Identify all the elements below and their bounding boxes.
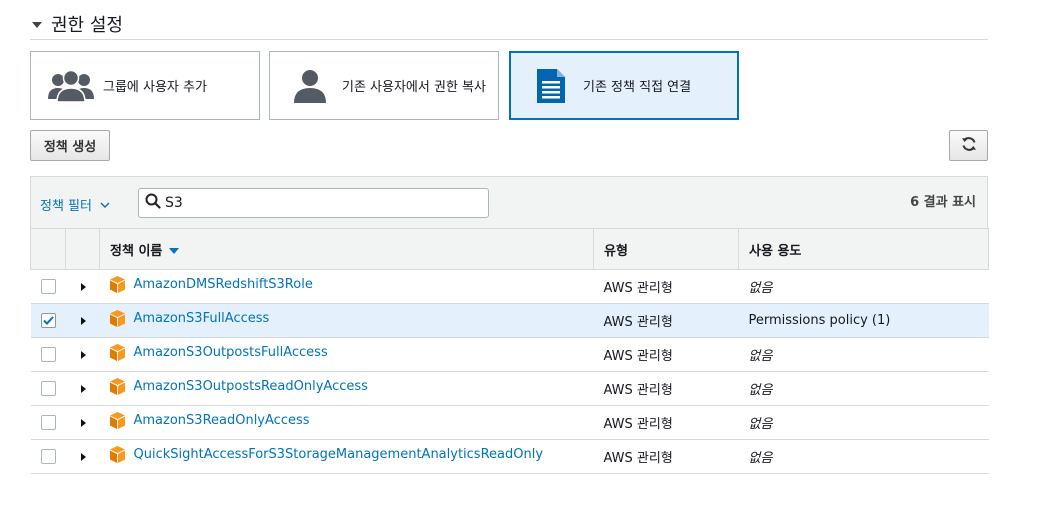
header-select bbox=[30, 228, 66, 270]
row-policy-name-cell: AmazonS3FullAccess bbox=[99, 303, 594, 338]
users-group-icon bbox=[41, 69, 101, 103]
header-policy-name[interactable]: 정책 이름 bbox=[99, 228, 594, 270]
row-usage-cell: 없음 bbox=[738, 439, 989, 474]
user-icon bbox=[280, 69, 340, 103]
row-usage-cell: 없음 bbox=[738, 337, 989, 372]
refresh-button[interactable] bbox=[949, 130, 988, 161]
filter-bar: 정책 필터 6 결과 표시 bbox=[30, 176, 988, 228]
option-attach-policies[interactable]: 기존 정책 직접 연결 bbox=[509, 51, 739, 120]
table-header-row: 정책 이름 유형 사용 용도 bbox=[30, 228, 989, 270]
header-type[interactable]: 유형 bbox=[593, 228, 739, 270]
policy-cube-icon bbox=[109, 378, 125, 395]
row-usage-cell: 없음 bbox=[738, 269, 989, 304]
section-header[interactable]: 권한 설정 bbox=[30, 8, 988, 40]
caret-down-icon[interactable] bbox=[32, 21, 42, 28]
policy-name-link[interactable]: QuickSightAccessForS3StorageManagementAn… bbox=[134, 447, 544, 462]
row-type-cell: AWS 관리형 bbox=[593, 371, 739, 406]
row-policy-name-cell: AmazonS3OutpostsFullAccess bbox=[99, 337, 594, 372]
policy-name-link[interactable]: AmazonS3OutpostsReadOnlyAccess bbox=[134, 379, 368, 394]
row-policy-name-cell: AmazonS3ReadOnlyAccess bbox=[99, 405, 594, 440]
row-type-cell: AWS 관리형 bbox=[593, 269, 739, 304]
row-select-cell bbox=[30, 405, 66, 440]
row-type-cell: AWS 관리형 bbox=[593, 303, 739, 338]
row-expand-cell bbox=[65, 439, 100, 474]
row-expand-cell bbox=[65, 303, 100, 338]
table-row[interactable]: AmazonDMSRedshiftS3Role AWS 관리형 없음 bbox=[30, 269, 989, 304]
row-policy-name-cell: AmazonS3OutpostsReadOnlyAccess bbox=[99, 371, 594, 406]
option-label: 기존 정책 직접 연결 bbox=[583, 80, 692, 95]
caret-right-icon[interactable] bbox=[80, 452, 86, 461]
row-select-cell bbox=[30, 439, 66, 474]
search-input[interactable] bbox=[165, 195, 465, 211]
policy-name-link[interactable]: AmazonDMSRedshiftS3Role bbox=[134, 277, 313, 292]
policy-cube-icon bbox=[109, 310, 125, 327]
policy-name-link[interactable]: AmazonS3FullAccess bbox=[134, 311, 270, 326]
row-policy-name-cell: QuickSightAccessForS3StorageManagementAn… bbox=[99, 439, 594, 474]
section-title: 권한 설정 bbox=[51, 14, 123, 36]
policy-name-link[interactable]: AmazonS3ReadOnlyAccess bbox=[134, 413, 310, 428]
row-usage-cell: 없음 bbox=[738, 405, 989, 440]
policy-table: 정책 필터 6 결과 표시 정책 이름 유형 사용 용도 Amazo bbox=[30, 176, 989, 474]
caret-right-icon[interactable] bbox=[80, 418, 86, 427]
row-checkbox[interactable] bbox=[40, 381, 56, 396]
row-select-cell bbox=[30, 337, 66, 372]
row-type-cell: AWS 관리형 bbox=[593, 405, 739, 440]
row-checkbox[interactable] bbox=[40, 415, 56, 430]
document-icon bbox=[521, 68, 581, 103]
caret-right-icon[interactable] bbox=[80, 316, 86, 325]
create-policy-button[interactable]: 정책 생성 bbox=[30, 130, 110, 161]
row-checkbox[interactable] bbox=[40, 279, 56, 294]
row-checkbox[interactable] bbox=[40, 313, 56, 328]
policy-cube-icon bbox=[109, 344, 125, 361]
header-expand bbox=[65, 228, 100, 270]
row-expand-cell bbox=[65, 405, 100, 440]
checkmark-icon bbox=[42, 316, 54, 325]
option-add-to-group[interactable]: 그룹에 사용자 추가 bbox=[30, 51, 260, 120]
policy-filter-label: 정책 필터 bbox=[40, 199, 92, 214]
caret-right-icon[interactable] bbox=[80, 384, 86, 393]
row-policy-name-cell: AmazonDMSRedshiftS3Role bbox=[99, 269, 594, 304]
table-row[interactable]: QuickSightAccessForS3StorageManagementAn… bbox=[30, 439, 989, 474]
table-row[interactable]: AmazonS3OutpostsFullAccess AWS 관리형 없음 bbox=[30, 337, 989, 372]
option-label: 그룹에 사용자 추가 bbox=[103, 80, 207, 95]
policy-search-field[interactable] bbox=[138, 188, 489, 218]
row-expand-cell bbox=[65, 337, 100, 372]
caret-right-icon[interactable] bbox=[80, 282, 86, 291]
row-checkbox[interactable] bbox=[40, 449, 56, 464]
policy-cube-icon bbox=[109, 276, 125, 293]
search-icon bbox=[145, 193, 161, 213]
table-row[interactable]: AmazonS3FullAccess AWS 관리형 Permissions pol… bbox=[30, 303, 989, 338]
header-policy-name-label: 정책 이름 bbox=[110, 243, 163, 259]
caret-right-icon[interactable] bbox=[80, 350, 86, 359]
policy-grid: 정책 이름 유형 사용 용도 AmazonDMSRedshiftS3Role AW… bbox=[30, 228, 989, 474]
policy-name-link[interactable]: AmazonS3OutpostsFullAccess bbox=[134, 345, 328, 360]
option-label: 기존 사용자에서 권한 복사 bbox=[342, 80, 486, 95]
row-checkbox[interactable] bbox=[40, 347, 56, 362]
row-expand-cell bbox=[65, 269, 100, 304]
header-usage[interactable]: 사용 용도 bbox=[738, 228, 989, 270]
sort-desc-icon[interactable] bbox=[169, 248, 180, 254]
refresh-icon bbox=[961, 136, 977, 156]
row-usage-cell: Permissions policy (1) bbox=[738, 303, 989, 338]
row-select-cell bbox=[30, 371, 66, 406]
option-copy-permissions[interactable]: 기존 사용자에서 권한 복사 bbox=[269, 51, 499, 120]
row-select-cell bbox=[30, 303, 66, 338]
row-type-cell: AWS 관리형 bbox=[593, 439, 739, 474]
row-type-cell: AWS 관리형 bbox=[593, 337, 739, 372]
row-expand-cell bbox=[65, 371, 100, 406]
policy-filter-toggle[interactable]: 정책 필터 bbox=[40, 195, 110, 214]
table-row[interactable]: AmazonS3ReadOnlyAccess AWS 관리형 없음 bbox=[30, 405, 989, 440]
table-row[interactable]: AmazonS3OutpostsReadOnlyAccess AWS 관리형 없음 bbox=[30, 371, 989, 406]
chevron-down-icon bbox=[100, 198, 110, 211]
result-count: 6 결과 표시 bbox=[910, 195, 976, 210]
policy-cube-icon bbox=[109, 412, 125, 429]
policy-cube-icon bbox=[109, 446, 125, 463]
row-usage-cell: 없음 bbox=[738, 371, 989, 406]
row-select-cell bbox=[30, 269, 66, 304]
